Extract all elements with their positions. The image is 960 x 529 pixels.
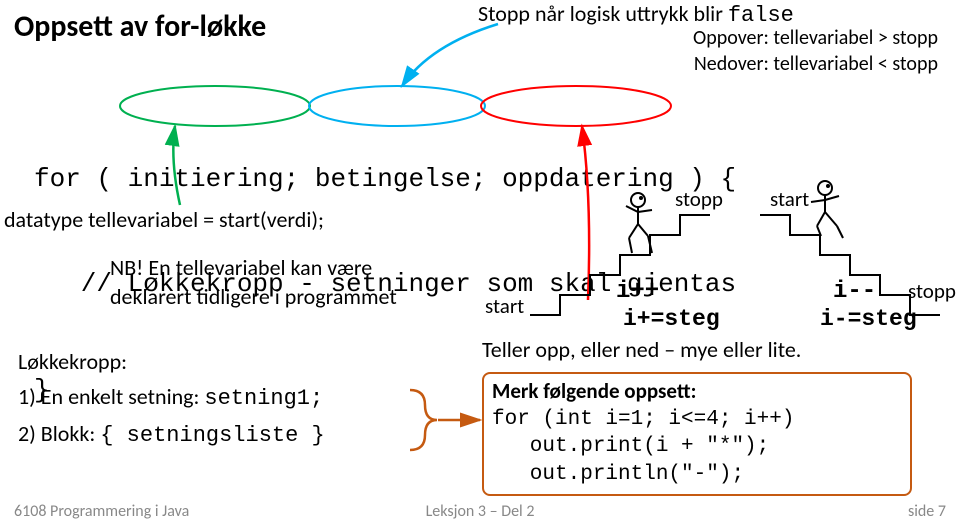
- example-title: Merk følgende oppsett:: [492, 378, 902, 404]
- stopp-label-down: stopp: [908, 278, 956, 304]
- datatype-line: datatype tellevariabel = start(verdi);: [4, 206, 324, 233]
- downward-rule: Nedover: tellevariabel < stopp: [694, 52, 938, 76]
- count-up-down-note: Teller opp, eller ned – mye eller lite.: [482, 336, 801, 363]
- loop-body-1-text: 1) En enkelt setning:: [18, 383, 204, 410]
- start-label-up: start: [485, 293, 524, 319]
- footer-center: Leksjon 3 – Del 2: [0, 502, 960, 521]
- footer-right: side 7: [908, 502, 946, 521]
- loop-body-item-2: 2) Blokk: { setningsliste }: [18, 416, 325, 453]
- decrement-op: i--: [833, 278, 876, 305]
- loop-body-2-text: 2) Blokk:: [18, 420, 100, 447]
- stopp-label-up: stopp: [675, 186, 723, 212]
- example-code: for (int i=1; i<=4; i++) out.print(i + "…: [492, 406, 902, 488]
- decrement-step-op: i-=steg: [820, 306, 917, 332]
- nb-prefix: NB!: [110, 254, 143, 281]
- increment-op: i++: [616, 278, 659, 305]
- loop-body-1-code: setning1;: [204, 386, 323, 411]
- example-box: Merk følgende oppsett: for (int i=1; i<=…: [482, 372, 912, 496]
- start-label-down: start: [770, 186, 809, 212]
- nb-text: En tellevariabel kan være deklarert tidl…: [110, 254, 397, 310]
- upward-rule: Oppover: tellevariabel > stopp: [693, 26, 938, 50]
- page-title: Oppsett av for-løkke: [14, 8, 266, 45]
- code-line-1: for ( initiering; betingelse; oppdaterin…: [34, 162, 736, 197]
- nb-note: NB! En tellevariabel kan være deklarert …: [110, 254, 450, 311]
- loop-body-2-code: { setningsliste }: [100, 423, 324, 448]
- loop-body-item-1: 1) En enkelt setning: setning1;: [18, 379, 325, 416]
- increment-step-op: i+=steg: [623, 306, 720, 332]
- stop-note-text: Stopp når logisk uttrykk blir: [478, 0, 728, 27]
- loop-body-title: Løkkekropp:: [18, 344, 325, 379]
- stop-note-code: false: [728, 3, 794, 28]
- stop-condition-note: Stopp når logisk uttrykk blir false: [478, 0, 794, 28]
- loop-body-section: Løkkekropp: 1) En enkelt setning: setnin…: [18, 344, 325, 454]
